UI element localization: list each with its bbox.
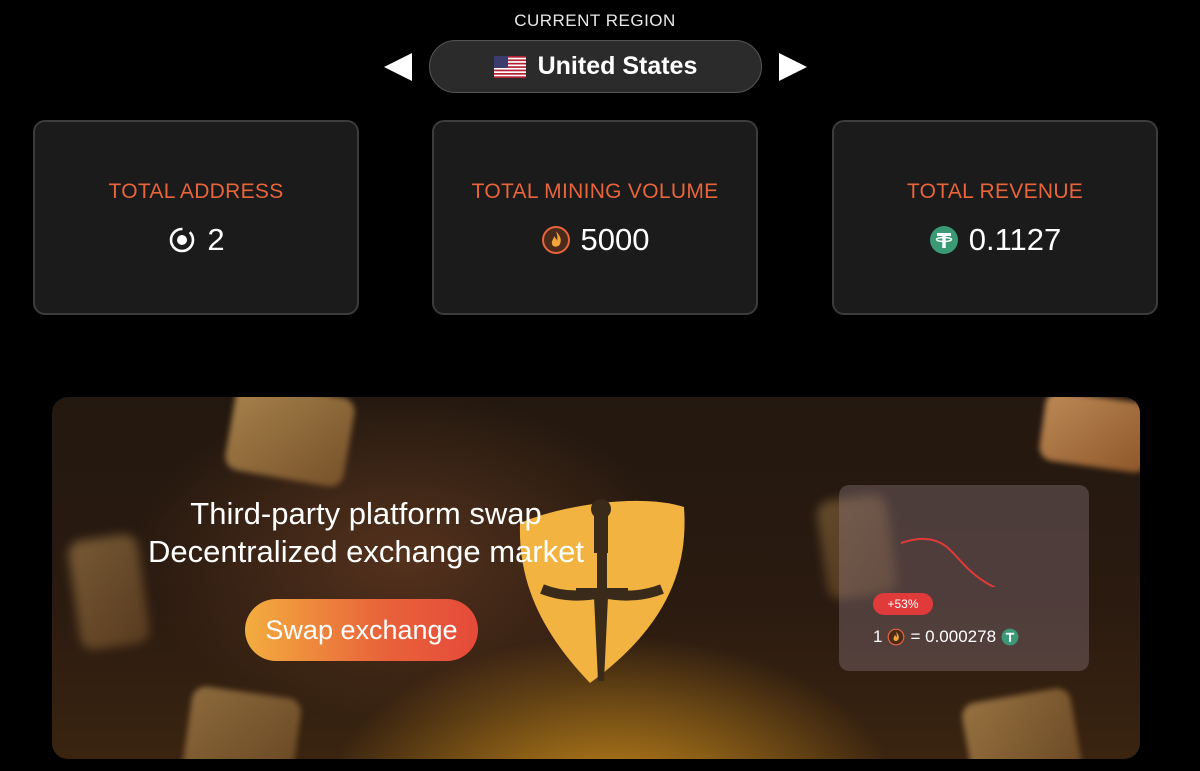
region-dropdown[interactable]: United States <box>429 40 762 93</box>
triangle-right-icon[interactable] <box>779 53 807 81</box>
banner-line-1: Third-party platform swap <box>190 496 542 531</box>
rate-card: +53% 1 = 0.000278 <box>839 485 1089 671</box>
decorative-card <box>223 397 357 489</box>
stat-value: 5000 <box>580 222 650 257</box>
stat-title: TOTAL ADDRESS <box>108 180 284 203</box>
mining-coin-icon <box>888 628 905 646</box>
exchange-rate: 1 = 0.000278 <box>873 625 1019 649</box>
stat-card-total-revenue: TOTAL REVENUE 0.1127 <box>832 120 1158 315</box>
change-badge: +53% <box>873 593 933 615</box>
rate-left: 1 <box>873 627 883 646</box>
stat-value: 2 <box>207 222 225 257</box>
stat-card-total-mining-volume: TOTAL MINING VOLUME 5000 <box>432 120 758 315</box>
us-flag-icon <box>493 55 526 78</box>
address-icon <box>170 227 195 253</box>
swap-exchange-button[interactable]: Swap exchange <box>245 599 478 661</box>
stat-card-total-address: TOTAL ADDRESS 2 <box>33 120 359 315</box>
decorative-card <box>960 686 1084 759</box>
tether-icon <box>1001 628 1019 646</box>
tether-icon <box>929 226 958 254</box>
stat-value: 0.1127 <box>968 222 1062 257</box>
decorative-card <box>1037 397 1140 475</box>
region-name: United States <box>537 52 698 80</box>
banner-line-2: Decentralized exchange market <box>148 534 584 569</box>
region-label: CURRENT REGION <box>514 11 676 30</box>
price-trend-sparkline <box>900 537 997 587</box>
swap-banner: Third-party platform swap Decentralized … <box>52 397 1140 759</box>
stat-title: TOTAL MINING VOLUME <box>471 180 719 203</box>
decorative-card <box>181 684 303 759</box>
region-selector: United States <box>384 40 808 94</box>
mining-coin-icon <box>541 226 570 254</box>
triangle-left-icon[interactable] <box>384 53 412 81</box>
stat-title: TOTAL REVENUE <box>906 180 1084 203</box>
banner-headline: Third-party platform swap Decentralized … <box>52 495 680 571</box>
rate-right: = 0.000278 <box>910 627 997 646</box>
